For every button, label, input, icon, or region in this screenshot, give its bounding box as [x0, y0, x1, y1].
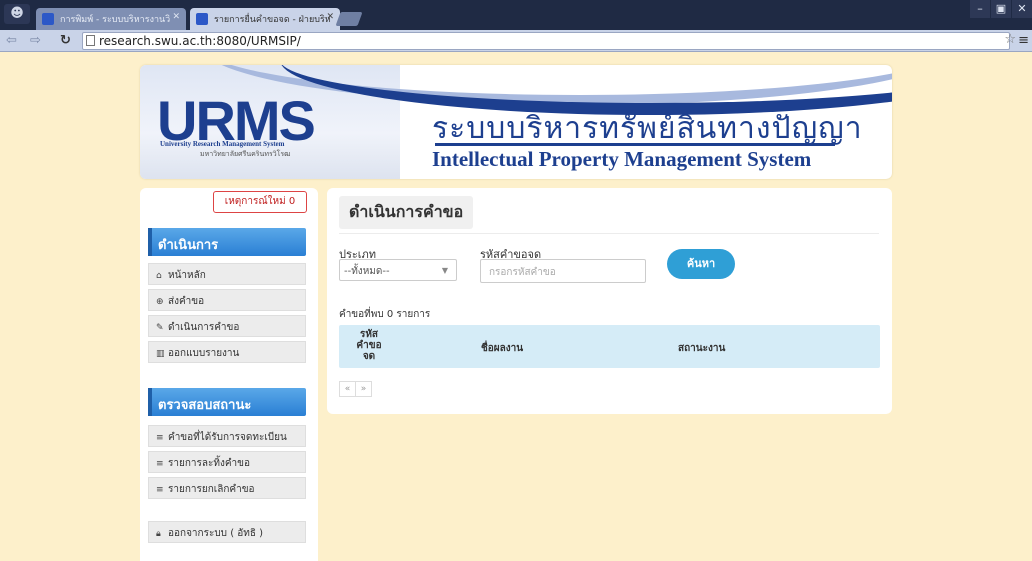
window-controls: – ▣ ✕	[969, 0, 1032, 20]
banner-title-underline	[435, 143, 835, 146]
column-header-status[interactable]: สถานะงาน	[678, 341, 725, 356]
bookmark-star-icon[interactable]: ☆	[1004, 32, 1016, 47]
send-icon: ⊕	[156, 297, 164, 307]
sidebar-item-label: คำขอที่ได้รับการจดทะเบียน	[168, 432, 287, 443]
close-tab-icon[interactable]: ✕	[326, 12, 334, 22]
logout-label: ออกจากระบบ ( อัทธิ )	[168, 528, 264, 539]
favicon-icon	[42, 13, 54, 25]
back-icon[interactable]: ⇦	[6, 33, 17, 48]
results-table-header: รหัส คำขอ จด ชื่อผลงาน สถานะงาน	[339, 325, 880, 368]
browser-tab-1[interactable]: การพิมพ์ - ระบบบริหารงานวิ ✕	[36, 8, 186, 30]
sidebar-item-cancelled[interactable]: ≡ รายการยกเลิกคำขอ	[148, 477, 306, 499]
favicon-icon	[196, 13, 208, 25]
pager-next-button[interactable]: »	[355, 381, 372, 397]
page-icon	[86, 35, 95, 46]
logo-university: มหาวิทยาลัยศรีนครินทรวิโรฒ	[200, 150, 291, 158]
new-tab-button[interactable]	[335, 12, 363, 26]
site-banner: URMS University Research Management Syst…	[140, 65, 892, 179]
tab-title: การพิมพ์ - ระบบบริหารงานวิ	[60, 15, 171, 25]
chevron-down-icon: ▼	[441, 266, 448, 275]
minimize-icon[interactable]: –	[970, 0, 990, 18]
pager-prev-button[interactable]: «	[339, 381, 356, 397]
sidebar-item-label: หน้าหลัก	[168, 270, 206, 281]
sidebar-item-process-request[interactable]: ✎ ดำเนินการคำขอ	[148, 315, 306, 337]
reload-icon[interactable]: ↻	[60, 33, 71, 48]
browser-profile-icon[interactable]: ☻	[4, 4, 30, 24]
type-select[interactable]: --ทั้งหมด-- ▼	[339, 259, 457, 281]
section-header-status: ตรวจสอบสถานะ	[148, 388, 306, 416]
home-icon: ⌂	[156, 271, 162, 281]
list-icon: ≡	[156, 459, 164, 469]
type-select-value: --ทั้งหมด--	[344, 266, 390, 277]
column-header-title[interactable]: ชื่อผลงาน	[481, 341, 523, 356]
sidebar-item-send-request[interactable]: ⊕ ส่งคำขอ	[148, 289, 306, 311]
list-icon: ≡	[156, 433, 164, 443]
sidebar-item-home[interactable]: ⌂ หน้าหลัก	[148, 263, 306, 285]
sidebar-item-registered[interactable]: ≡ คำขอที่ได้รับการจดทะเบียน	[148, 425, 306, 447]
sidebar-item-label: ออกแบบรายงาน	[168, 348, 240, 359]
sidebar: เหตุการณ์ใหม่ 0 ดำเนินการ ⌂ หน้าหลัก ⊕ ส่ง…	[140, 188, 318, 561]
divider	[339, 233, 879, 234]
wrench-icon: ✎	[156, 323, 164, 333]
browser-tabbar: ☻ การพิมพ์ - ระบบบริหารงานวิ ✕ รายการยื่…	[0, 0, 1032, 30]
search-button[interactable]: ค้นหา	[667, 249, 735, 279]
sidebar-item-report-design[interactable]: ▥ ออกแบบรายงาน	[148, 341, 306, 363]
column-header-code[interactable]: รหัส คำขอ จด	[354, 329, 384, 362]
banner-title-english: Intellectual Property Management System	[432, 147, 812, 171]
close-window-icon[interactable]: ✕	[1012, 0, 1032, 18]
menu-icon[interactable]: ≡	[1018, 33, 1029, 48]
url-text: research.swu.ac.th:8080/URMSIP/	[99, 34, 301, 48]
page-scrollbar[interactable]	[1026, 52, 1032, 561]
sidebar-item-label: ดำเนินการคำขอ	[168, 322, 240, 333]
pagination: « »	[339, 381, 372, 397]
result-count: คำขอที่พบ 0 รายการ	[339, 309, 431, 320]
lock-icon: 🔒︎	[156, 529, 161, 539]
sidebar-item-label: ส่งคำขอ	[168, 296, 205, 307]
logout-button[interactable]: 🔒︎ ออกจากระบบ ( อัทธิ )	[148, 521, 306, 543]
section-header-actions: ดำเนินการ	[148, 228, 306, 256]
logo-subtitle: University Research Management System	[160, 140, 285, 148]
address-bar[interactable]: research.swu.ac.th:8080/URMSIP/	[82, 32, 1010, 50]
sidebar-item-label: รายการละทิ้งคำขอ	[168, 458, 251, 469]
browser-toolbar: ⇦ ⇨ ↻ research.swu.ac.th:8080/URMSIP/ ☆ …	[0, 30, 1032, 52]
main-panel: ดำเนินการคำขอ ประเภท --ทั้งหมด-- ▼ รหัสค…	[327, 188, 892, 414]
tab-title: รายการยื่นคำขอจด - ฝ่ายบริห	[214, 15, 331, 25]
list-icon: ≡	[156, 485, 164, 495]
sidebar-item-abandoned[interactable]: ≡ รายการละทิ้งคำขอ	[148, 451, 306, 473]
sidebar-item-label: รายการยกเลิกคำขอ	[168, 484, 255, 495]
browser-tab-2[interactable]: รายการยื่นคำขอจด - ฝ่ายบริห ✕	[190, 8, 340, 30]
request-code-input[interactable]: กรอกรหัสคำขอ	[480, 259, 646, 283]
chart-icon: ▥	[156, 349, 165, 359]
new-events-button[interactable]: เหตุการณ์ใหม่ 0	[213, 191, 307, 213]
forward-icon[interactable]: ⇨	[30, 33, 41, 48]
maximize-icon[interactable]: ▣	[991, 0, 1011, 18]
close-tab-icon[interactable]: ✕	[172, 12, 180, 22]
page-title: ดำเนินการคำขอ	[339, 196, 474, 229]
